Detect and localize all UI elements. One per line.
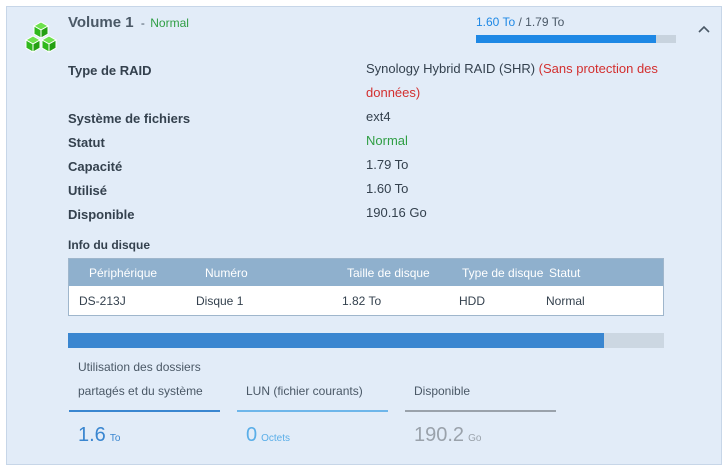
prop-value-raid-type: Synology Hybrid RAID (SHR) (Sans protect… — [366, 57, 676, 105]
column-header-disk-type[interactable]: Type de disque — [462, 266, 543, 280]
legend-available: Disponible — [414, 384, 471, 398]
volume-title: Volume 1 - Normal — [68, 14, 189, 32]
stat-lun-unit: Octets — [261, 433, 291, 444]
column-header-number[interactable]: Numéro — [205, 266, 248, 280]
volume-title-separator: - — [137, 16, 149, 30]
chevron-up-icon[interactable] — [696, 23, 712, 35]
prop-label-used: Utilisé — [68, 183, 108, 198]
usage-used: 1.60 To — [476, 15, 516, 29]
prop-value-available: 190.16 Go — [366, 205, 427, 220]
disk-info-table: Périphérique Numéro Taille de disque Typ… — [68, 258, 664, 316]
column-header-status[interactable]: Statut — [549, 266, 580, 280]
table-row[interactable]: DS-213J Disque 1 1.82 To HDD Normal — [69, 286, 663, 315]
volume-name: Volume 1 — [68, 14, 134, 31]
column-header-disk-size[interactable]: Taille de disque — [347, 266, 430, 280]
volume-usage-fill — [476, 35, 656, 43]
prop-label-capacity: Capacité — [68, 159, 123, 174]
cell-device: DS-213J — [79, 294, 126, 308]
table-header: Périphérique Numéro Taille de disque Typ… — [69, 259, 663, 286]
prop-label-raid-type: Type de RAID — [68, 63, 152, 78]
volume-usage-text: 1.60 To / 1.79 To — [476, 15, 564, 29]
usage-total: 1.79 To — [525, 15, 565, 29]
stat-shared: 1.6 To — [78, 424, 120, 447]
prop-value-status: Normal — [366, 133, 408, 148]
prop-value-filesystem: ext4 — [366, 109, 391, 124]
legend-shared-line2: partagés et du système — [78, 384, 203, 398]
raid-type-value: Synology Hybrid RAID (SHR) — [366, 61, 536, 76]
stat-shared-unit: To — [109, 433, 121, 444]
legend-shared-line — [69, 410, 220, 412]
stat-available: 190.2 Go — [414, 424, 481, 447]
cell-status: Normal — [546, 294, 585, 308]
raid-protection-warning: (Sans protection des — [538, 61, 658, 76]
legend-lun: LUN (fichier courants) — [246, 384, 363, 398]
volume-panel: Volume 1 - Normal 1.60 To / 1.79 To Type… — [6, 6, 722, 465]
cell-disk-size: 1.82 To — [342, 294, 382, 308]
prop-label-status: Statut — [68, 135, 105, 150]
prop-label-available: Disponible — [68, 207, 135, 222]
storage-usage-bar — [68, 333, 664, 348]
volume-status: Normal — [150, 16, 189, 30]
cell-disk-type: HDD — [459, 294, 485, 308]
raid-protection-warning-cont: données) — [366, 85, 421, 100]
stat-lun: 0 Octets — [246, 424, 290, 447]
prop-label-filesystem: Système de fichiers — [68, 111, 191, 126]
stat-lun-value: 0 — [246, 424, 258, 446]
column-header-device[interactable]: Périphérique — [89, 266, 157, 280]
stat-shared-value: 1.6 — [78, 424, 106, 446]
disk-info-title: Info du disque — [68, 238, 150, 252]
stat-available-value: 190.2 — [414, 424, 465, 446]
stat-available-unit: Go — [468, 433, 482, 444]
prop-value-capacity: 1.79 To — [366, 157, 409, 172]
usage-separator: / — [515, 15, 526, 29]
legend-lun-line — [237, 410, 388, 412]
volume-cubes-icon — [24, 21, 58, 53]
storage-usage-fill — [68, 333, 604, 348]
legend-shared-line1: Utilisation des dossiers — [78, 360, 201, 374]
cell-number: Disque 1 — [196, 294, 244, 308]
prop-value-used: 1.60 To — [366, 181, 409, 196]
legend-available-line — [405, 410, 556, 412]
legend-shared-system: Utilisation des dossiers partagés et du … — [78, 355, 203, 403]
volume-usage-bar — [476, 35, 676, 43]
